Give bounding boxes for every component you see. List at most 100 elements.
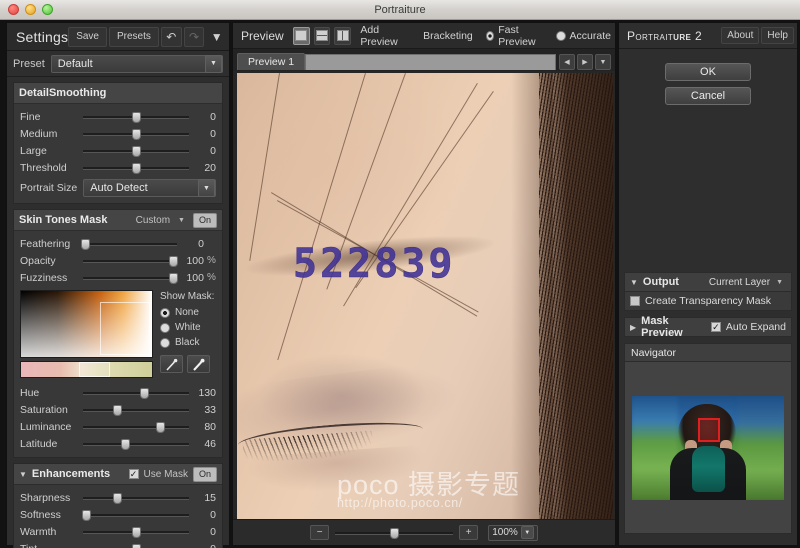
radio-icon[interactable] <box>160 308 170 318</box>
slider-track[interactable] <box>83 386 189 399</box>
skin-tones-preset-chevron-down-icon[interactable]: ▼ <box>175 217 188 224</box>
slider-track[interactable] <box>83 508 189 521</box>
slider-knob[interactable] <box>81 239 90 250</box>
navigator-thumbnail[interactable] <box>632 396 784 500</box>
create-transparency-mask-row[interactable]: ✓ Create Transparency Mask <box>624 292 792 311</box>
portrait-size-chevron-down-icon[interactable]: ▼ <box>198 179 215 197</box>
zoom-slider[interactable] <box>335 526 453 539</box>
skin-tones-on-toggle[interactable]: On <box>193 213 217 228</box>
eyedropper-subtract-icon[interactable] <box>187 355 210 373</box>
slider-latitude[interactable]: Latitude 46 <box>14 435 222 452</box>
enhancements-on-toggle[interactable]: On <box>193 467 217 482</box>
detail-smoothing-header[interactable]: DetailSmoothing <box>14 83 222 104</box>
slider-knob[interactable] <box>82 510 91 521</box>
slider-knob[interactable] <box>132 527 141 538</box>
slider-track[interactable] <box>83 237 177 250</box>
slider-threshold[interactable]: Threshold 20 <box>14 159 222 176</box>
tab-preview-1[interactable]: Preview 1 <box>237 53 305 70</box>
tab-chevron-down-icon[interactable]: ▼ <box>595 54 611 70</box>
slider-track[interactable] <box>83 403 189 416</box>
skin-tones-mask-header[interactable]: Skin Tones Mask Custom ▼ On <box>14 210 222 231</box>
skin-tone-strip[interactable] <box>20 361 153 378</box>
cancel-button[interactable]: Cancel <box>665 87 751 105</box>
output-header[interactable]: ▼ Output Current Layer ▼ <box>624 272 792 292</box>
slider-hue[interactable]: Hue 130 <box>14 384 222 401</box>
navigator-viewport-rect[interactable] <box>698 418 720 442</box>
slider-track[interactable] <box>83 271 177 284</box>
slider-knob[interactable] <box>140 388 149 399</box>
slider-sharpness[interactable]: Sharpness 15 <box>14 489 222 506</box>
slider-knob[interactable] <box>113 405 122 416</box>
slider-knob[interactable] <box>121 439 130 450</box>
show-mask-option-none[interactable]: None <box>160 305 216 320</box>
enhancements-header[interactable]: ▼ Enhancements ✓ Use Mask On <box>14 464 222 485</box>
slider-fine[interactable]: Fine 0 <box>14 108 222 125</box>
quality-option-fast[interactable]: Fast Preview <box>482 24 548 48</box>
show-mask-option-black[interactable]: Black <box>160 335 216 350</box>
slider-knob[interactable] <box>132 163 141 174</box>
slider-track[interactable] <box>83 127 189 140</box>
slider-knob[interactable] <box>132 129 141 140</box>
slider-track[interactable] <box>83 491 189 504</box>
portrait-size-select[interactable]: Auto Detect ▼ <box>83 179 216 197</box>
slider-track[interactable] <box>83 437 189 450</box>
radio-icon[interactable] <box>486 31 495 41</box>
zoom-in-button[interactable]: + <box>459 525 478 540</box>
slider-tint[interactable]: Tint 0 <box>14 540 222 548</box>
mask-preview-header[interactable]: ▶ Mask Preview ✓ Auto Expand <box>624 317 792 337</box>
slider-large[interactable]: Large 0 <box>14 142 222 159</box>
slider-knob[interactable] <box>113 493 122 504</box>
slider-fuzziness[interactable]: Fuzziness 100 % <box>14 269 222 286</box>
slider-warmth[interactable]: Warmth 0 <box>14 523 222 540</box>
skin-tones-preset-value[interactable]: Custom <box>136 215 170 226</box>
radio-icon[interactable] <box>160 338 170 348</box>
slider-track[interactable] <box>83 161 189 174</box>
zoom-chevron-down-icon[interactable]: ▼ <box>521 526 534 539</box>
navigator-box[interactable] <box>624 362 792 534</box>
preset-chevron-down-icon[interactable]: ▼ <box>205 55 222 73</box>
preset-select[interactable]: Default ▼ <box>51 55 223 73</box>
zoom-level-select[interactable]: 100% ▼ <box>488 525 538 541</box>
strip-selection-rect[interactable] <box>79 362 110 377</box>
slider-opacity[interactable]: Opacity 100 % <box>14 252 222 269</box>
redo-icon[interactable]: ↷ <box>184 27 205 47</box>
slider-knob[interactable] <box>169 256 178 267</box>
use-mask-checkbox[interactable]: ✓ <box>129 469 139 479</box>
about-button[interactable]: About <box>721 27 759 44</box>
gradient-selection-rect[interactable] <box>100 302 150 355</box>
slider-medium[interactable]: Medium 0 <box>14 125 222 142</box>
arrow-right-icon[interactable]: ▶ <box>577 54 593 70</box>
help-button[interactable]: Help <box>761 27 794 44</box>
slider-knob[interactable] <box>132 544 141 548</box>
slider-feathering[interactable]: Feathering 0 <box>14 235 222 252</box>
save-button[interactable]: Save <box>68 27 107 47</box>
zoom-out-button[interactable]: − <box>310 525 329 540</box>
single-view-icon[interactable] <box>293 27 310 45</box>
ok-button[interactable]: OK <box>665 63 751 81</box>
disclosure-triangle-right-icon[interactable]: ▶ <box>630 323 636 332</box>
preview-canvas[interactable]: 522839 poco 摄影专题 http://photo.poco.cn/ <box>237 73 613 521</box>
slider-knob[interactable] <box>156 422 165 433</box>
radio-icon[interactable] <box>556 31 566 41</box>
skin-tone-gradient[interactable] <box>20 290 153 358</box>
slider-track[interactable] <box>83 144 189 157</box>
auto-expand-checkbox[interactable]: ✓ <box>711 322 721 332</box>
slider-track[interactable] <box>83 420 189 433</box>
slider-track[interactable] <box>83 542 189 548</box>
bracketing-button[interactable]: Bracketing <box>418 30 478 42</box>
zoom-slider-knob[interactable] <box>390 528 399 539</box>
slider-track[interactable] <box>83 525 189 538</box>
presets-button[interactable]: Presets <box>109 27 159 47</box>
slider-knob[interactable] <box>132 146 141 157</box>
show-mask-option-white[interactable]: White <box>160 320 216 335</box>
undo-icon[interactable]: ↶ <box>161 27 182 47</box>
slider-knob[interactable] <box>169 273 178 284</box>
add-preview-button[interactable]: Add Preview <box>355 24 414 48</box>
create-transparency-mask-checkbox[interactable]: ✓ <box>630 296 640 306</box>
slider-luminance[interactable]: Luminance 80 <box>14 418 222 435</box>
slider-saturation[interactable]: Saturation 33 <box>14 401 222 418</box>
slider-knob[interactable] <box>132 112 141 123</box>
slider-softness[interactable]: Softness 0 <box>14 506 222 523</box>
output-target-select[interactable]: Current Layer ▼ <box>709 277 786 288</box>
slider-track[interactable] <box>83 110 189 123</box>
